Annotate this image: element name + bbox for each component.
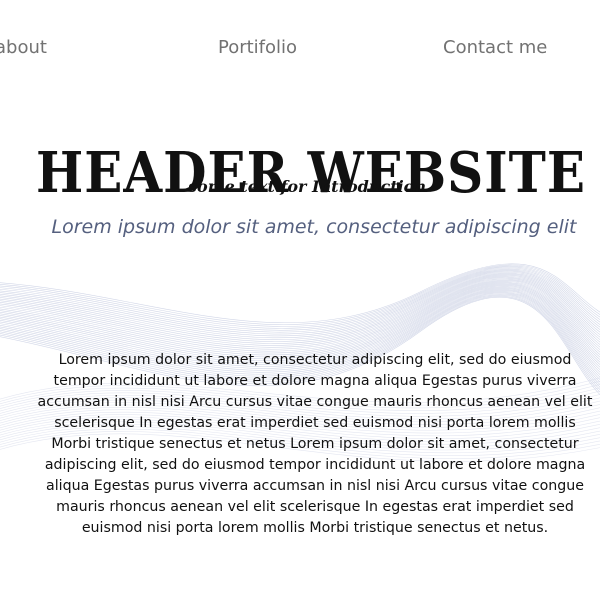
top-navigation: about Portifolio Contact me	[0, 0, 600, 96]
nav-link-about[interactable]: about	[0, 36, 47, 60]
site-header-subtitle: some text for Introduction	[188, 177, 426, 196]
nav-link-contact[interactable]: Contact me	[443, 36, 547, 60]
intro-paragraph: Lorem ipsum dolor sit amet, consectetur …	[37, 352, 593, 536]
page: about Portifolio Contact me HEADER WEBSI…	[0, 0, 600, 600]
nav-link-portfolio[interactable]: Portifolio	[218, 36, 297, 60]
tagline: Lorem ipsum dolor sit amet, consectetur …	[51, 216, 577, 238]
